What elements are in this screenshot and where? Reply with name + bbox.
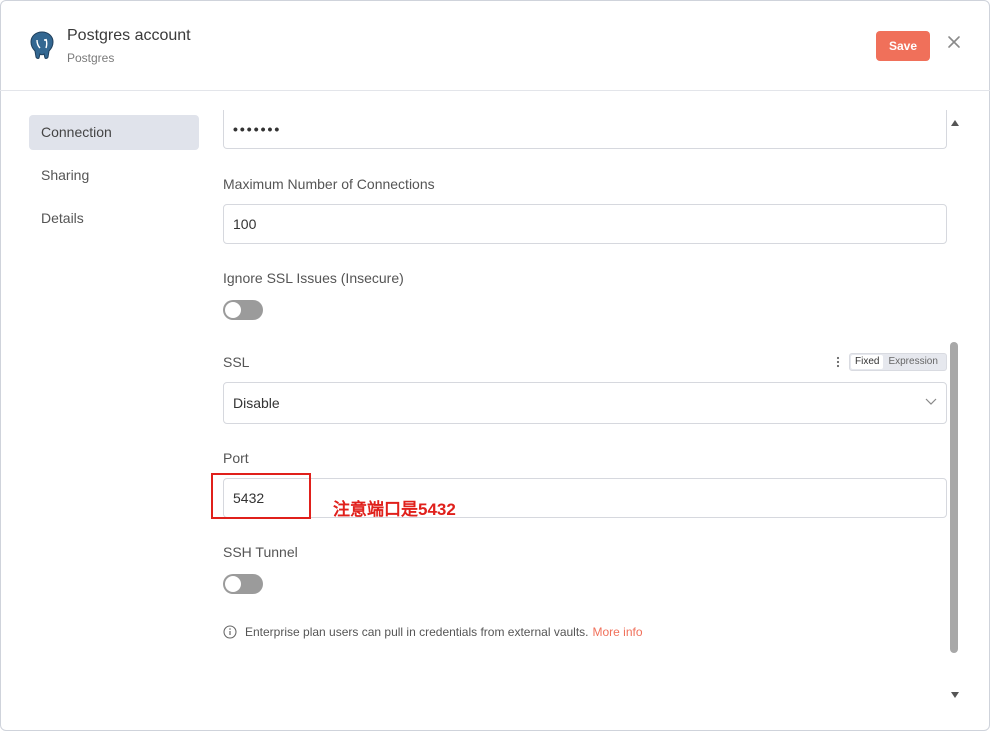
dialog-header: Postgres account Postgres Save bbox=[0, 0, 990, 91]
toggle-knob bbox=[225, 302, 241, 318]
chevron-down-icon bbox=[925, 398, 937, 405]
sidebar-item-details[interactable]: Details bbox=[29, 201, 199, 236]
annotation-text: 注意端口是5432 bbox=[333, 500, 456, 519]
toggle-knob bbox=[225, 576, 241, 592]
info-text: Enterprise plan users can pull in creden… bbox=[245, 625, 589, 639]
max-connections-input[interactable]: 100 bbox=[223, 204, 947, 244]
port-label: Port bbox=[223, 450, 249, 466]
scroll-up-arrow-icon[interactable] bbox=[949, 117, 961, 129]
vault-info-notice: Enterprise plan users can pull in creden… bbox=[223, 625, 643, 639]
dialog-subtitle: Postgres bbox=[67, 51, 115, 65]
scroll-down-arrow-icon[interactable] bbox=[949, 689, 961, 701]
ignore-ssl-label: Ignore SSL Issues (Insecure) bbox=[223, 270, 404, 286]
mode-fixed-option[interactable]: Fixed bbox=[851, 355, 884, 369]
ssh-tunnel-toggle[interactable] bbox=[223, 574, 263, 594]
sidebar-item-sharing[interactable]: Sharing bbox=[29, 158, 199, 193]
port-input[interactable]: 5432 bbox=[223, 478, 947, 518]
ignore-ssl-toggle[interactable] bbox=[223, 300, 263, 320]
mode-expression-option[interactable]: Expression bbox=[884, 354, 941, 370]
ssl-select-value: Disable bbox=[233, 395, 280, 411]
close-icon[interactable] bbox=[944, 32, 964, 52]
more-info-link[interactable]: More info bbox=[593, 625, 643, 639]
ssl-select[interactable]: Disable bbox=[223, 382, 947, 424]
scrollbar-thumb[interactable] bbox=[950, 342, 958, 653]
info-icon bbox=[223, 625, 237, 639]
ssh-tunnel-label: SSH Tunnel bbox=[223, 544, 298, 560]
fixed-expression-switch: Fixed Expression bbox=[849, 353, 947, 371]
save-button[interactable]: Save bbox=[876, 31, 930, 61]
dialog-title: Postgres account bbox=[67, 27, 191, 44]
postgres-elephant-icon bbox=[30, 31, 54, 59]
more-options-icon[interactable] bbox=[836, 356, 840, 368]
ssl-label: SSL bbox=[223, 354, 250, 370]
max-connections-label: Maximum Number of Connections bbox=[223, 176, 435, 192]
sidebar-item-connection[interactable]: Connection bbox=[29, 115, 199, 150]
password-field[interactable]: ••••••• bbox=[223, 110, 947, 149]
